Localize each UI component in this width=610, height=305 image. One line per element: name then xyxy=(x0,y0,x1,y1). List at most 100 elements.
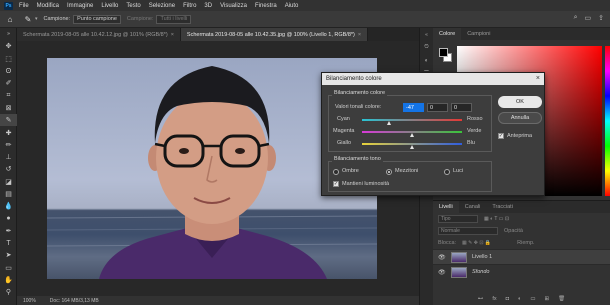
collapse-panels-icon[interactable]: « xyxy=(420,28,433,41)
options-right-icons: ⌕ ▭ ⇪ xyxy=(574,14,604,22)
opacity-label: Opacità xyxy=(504,228,523,234)
close-icon[interactable]: × xyxy=(171,32,174,38)
zoom-tool-icon[interactable]: ⚲ xyxy=(0,286,17,298)
tab-paths[interactable]: Tracciati xyxy=(486,201,519,213)
adjustments-icon[interactable]: ◐ xyxy=(420,54,433,67)
visibility-eye-icon[interactable]: 👁 xyxy=(438,254,446,261)
link-icon[interactable]: ⊷ xyxy=(478,296,484,305)
tab-swatches[interactable]: Campioni xyxy=(461,28,496,40)
tab-layers[interactable]: Livelli xyxy=(433,201,459,213)
visibility-eye-icon[interactable]: 👁 xyxy=(438,269,446,276)
path-select-icon[interactable]: ➤ xyxy=(0,249,17,261)
yellow-blue-slider-thumb[interactable] xyxy=(410,145,414,149)
adjustment-layer-icon[interactable]: ◐ xyxy=(518,296,521,305)
lasso-tool-icon[interactable]: ʘ xyxy=(0,65,17,77)
preview-checkbox[interactable]: ✓ xyxy=(498,133,504,139)
frame-tool-icon[interactable]: ⊠ xyxy=(0,102,17,114)
preserve-luminosity-label[interactable]: Mantieni luminosità xyxy=(342,181,389,187)
menu-type[interactable]: Testo xyxy=(126,3,140,9)
tab-channels[interactable]: Canali xyxy=(459,201,487,213)
layer-row[interactable]: 👁 Livello 1 xyxy=(433,249,610,264)
crop-tool-icon[interactable]: ⌗ xyxy=(0,89,17,101)
cyan-red-slider-thumb[interactable] xyxy=(387,121,391,125)
layer-name[interactable]: Livello 1 xyxy=(472,254,492,260)
eraser-tool-icon[interactable]: ◪ xyxy=(0,176,17,188)
healing-brush-icon[interactable]: ✚ xyxy=(0,126,17,138)
dodge-tool-icon[interactable]: ● xyxy=(0,212,17,224)
move-tool-icon[interactable]: ✥ xyxy=(0,40,17,52)
chevron-down-icon[interactable]: ▾ xyxy=(35,16,38,22)
foreground-color-swatch[interactable] xyxy=(439,48,448,57)
gradient-tool-icon[interactable]: ▤ xyxy=(0,188,17,200)
lock-icons[interactable]: ▦ ✎ ✥ ⊡ 🔒 xyxy=(462,240,491,246)
new-layer-icon[interactable]: ⊞ xyxy=(545,296,550,305)
preview-label[interactable]: Anteprima xyxy=(507,133,532,139)
brush-tool-icon[interactable]: ✏ xyxy=(0,139,17,151)
type-tool-icon[interactable]: T xyxy=(0,237,17,249)
menu-help[interactable]: Aiuto xyxy=(285,3,299,9)
color-balance-dialog: Bilanciamento colore × Bilanciamento col… xyxy=(321,72,545,196)
color-level-yellow-blue-input[interactable]: 0 xyxy=(451,103,472,112)
tab-document-2[interactable]: Schermata 2019-08-05 alle 10.42.35.jpg @… xyxy=(180,28,369,41)
tab-label: Schermata 2019-08-05 alle 10.42.12.jpg @… xyxy=(23,31,168,38)
trash-icon[interactable]: 🗑 xyxy=(558,296,565,305)
menu-select[interactable]: Selezione xyxy=(149,3,175,9)
eyedropper-tool-icon[interactable]: ✎ xyxy=(0,114,17,127)
tone-midtones-radio[interactable] xyxy=(386,169,392,175)
group-icon[interactable]: ▭ xyxy=(530,296,535,305)
tab-document-1[interactable]: Schermata 2019-08-05 alle 10.42.12.jpg @… xyxy=(17,28,181,41)
quick-select-icon[interactable]: ✐ xyxy=(0,77,17,89)
tone-shadows-radio[interactable] xyxy=(333,169,339,175)
blur-tool-icon[interactable]: 💧 xyxy=(0,200,17,212)
shape-tool-icon[interactable]: ▭ xyxy=(0,262,17,274)
menu-layer[interactable]: Livello xyxy=(101,3,118,9)
menu-3d[interactable]: 3D xyxy=(204,3,212,9)
sample-size-select[interactable]: Punto campione xyxy=(73,14,121,24)
preserve-luminosity-checkbox[interactable]: ✓ xyxy=(333,181,339,187)
close-icon[interactable]: × xyxy=(358,32,361,38)
mask-icon[interactable]: ◘ xyxy=(506,296,509,305)
color-levels-label: Valori tonali colore: xyxy=(335,104,382,110)
menu-window[interactable]: Finestra xyxy=(255,3,277,9)
history-icon[interactable]: ⏲ xyxy=(420,41,433,54)
menu-edit[interactable]: Modifica xyxy=(37,3,59,9)
cancel-button[interactable]: Annulla xyxy=(498,112,542,124)
menu-view[interactable]: Visualizza xyxy=(220,3,247,9)
fx-icon[interactable]: fx xyxy=(492,296,496,305)
marquee-tool-icon[interactable]: ⬚ xyxy=(0,53,17,65)
workspace-icon[interactable]: ▭ xyxy=(585,14,592,22)
dialog-title-bar: Bilanciamento colore × xyxy=(322,73,544,85)
share-icon[interactable]: ⇪ xyxy=(598,14,604,22)
zoom-level[interactable]: 100% xyxy=(23,298,36,304)
tab-color[interactable]: Colore xyxy=(433,28,462,40)
tone-midtones-label[interactable]: Mezzitoni xyxy=(395,168,418,174)
history-brush-icon[interactable]: ↺ xyxy=(0,163,17,175)
color-level-magenta-green-input[interactable]: 0 xyxy=(427,103,448,112)
hand-tool-icon[interactable]: ✋ xyxy=(0,274,17,286)
menu-file[interactable]: File xyxy=(19,3,29,9)
collapse-icon[interactable]: » xyxy=(0,28,17,40)
menu-filter[interactable]: Filtro xyxy=(183,3,196,9)
sample-layers-select[interactable]: Tutti i livelli xyxy=(156,14,192,24)
menu-image[interactable]: Immagine xyxy=(67,3,93,9)
cyan-red-slider-track[interactable] xyxy=(362,119,462,121)
sample-layers-label: Campione: xyxy=(126,16,154,22)
layer-name[interactable]: Sfondo xyxy=(472,269,489,275)
search-icon[interactable]: ⌕ xyxy=(574,14,578,22)
magenta-green-slider-thumb[interactable] xyxy=(410,133,414,137)
home-icon[interactable]: ⌂ xyxy=(4,13,16,25)
tone-shadows-label[interactable]: Ombre xyxy=(342,168,359,174)
pen-tool-icon[interactable]: ✒ xyxy=(0,225,17,237)
layer-filter-select[interactable]: Tipo xyxy=(438,215,478,223)
tone-highlights-radio[interactable] xyxy=(444,169,450,175)
filter-icons[interactable]: ▦ ◐ T ▭ ⊡ xyxy=(484,216,509,222)
color-level-cyan-red-input[interactable]: -47 xyxy=(403,103,424,112)
stamp-tool-icon[interactable]: ⊥ xyxy=(0,151,17,163)
blend-mode-select[interactable]: Normale xyxy=(438,227,498,235)
layer-row[interactable]: 👁 Sfondo xyxy=(433,264,610,279)
hue-slider[interactable] xyxy=(605,46,610,196)
ok-button[interactable]: OK xyxy=(498,96,542,108)
eyedropper-icon[interactable]: ✎ xyxy=(22,13,34,25)
tone-highlights-label[interactable]: Luci xyxy=(453,168,463,174)
close-icon[interactable]: × xyxy=(536,75,540,82)
